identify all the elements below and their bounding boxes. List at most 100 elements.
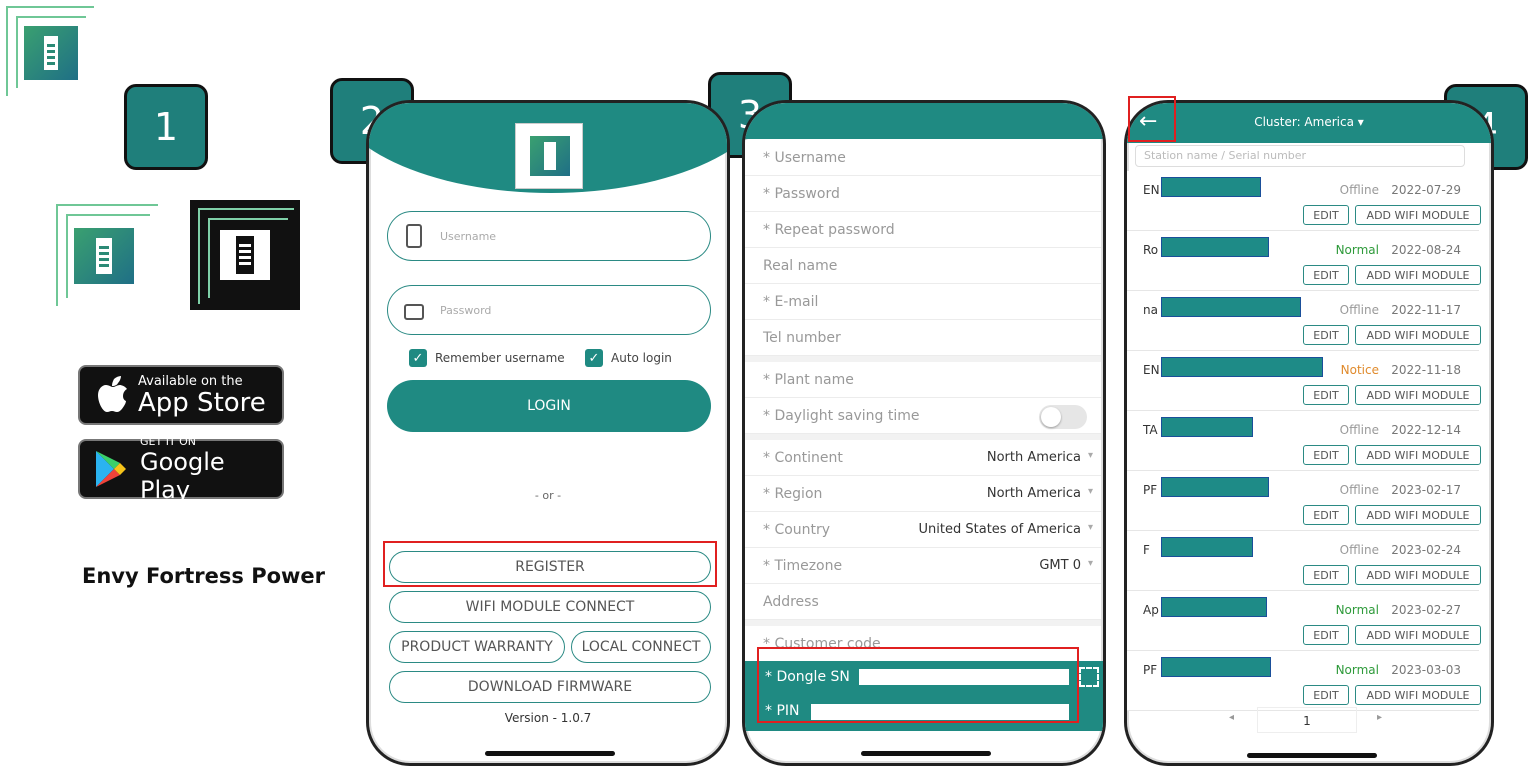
register-field[interactable]: * Repeat password [745,212,1101,248]
auto-login-checkbox[interactable]: ✓ Auto login [585,349,672,367]
remember-label: Remember username [435,351,565,365]
app-icon-dark [190,200,300,310]
station-list-item[interactable]: PF Offline 2023-02-17 EDIT ADD WIFI MODULE [1127,471,1481,531]
station-status: Offline [1339,183,1379,197]
address-field[interactable]: Address [745,584,1101,620]
station-status: Notice [1340,363,1379,377]
check-icon: ✓ [409,349,427,367]
corner-logo [6,6,96,98]
register-field[interactable]: * Username [745,140,1101,176]
prev-page-icon[interactable]: ◂ [1229,712,1234,723]
phone-login-screen: Username Password ✓ Remember username ✓ … [366,100,730,766]
add-wifi-module-button[interactable]: ADD WIFI MODULE [1355,505,1481,525]
register-header [745,103,1103,139]
station-date: 2023-02-24 [1391,543,1461,557]
station-status: Offline [1339,423,1379,437]
add-wifi-module-button[interactable]: ADD WIFI MODULE [1355,265,1481,285]
login-button[interactable]: LOGIN [387,380,711,432]
version-text: Version - 1.0.7 [504,711,592,725]
edit-button[interactable]: EDIT [1303,445,1349,465]
station-status: Offline [1339,543,1379,557]
add-wifi-module-button[interactable]: ADD WIFI MODULE [1355,625,1481,645]
edit-button[interactable]: EDIT [1303,325,1349,345]
daylight-toggle[interactable] [1039,405,1087,429]
location-label: * Country [763,521,831,538]
google-play-button[interactable]: GET IT ON Google Play [78,435,284,504]
app-store-button[interactable]: Available on the App Store [78,365,284,425]
edit-button[interactable]: EDIT [1303,685,1349,705]
redacted-name-mask [1161,177,1261,197]
station-name: Ro [1143,243,1159,257]
remember-checkbox[interactable]: ✓ Remember username [409,349,565,367]
register-field-label: * Username [763,149,846,166]
cluster-label: Cluster: America [1254,115,1354,129]
local-connect-button[interactable]: LOCAL CONNECT [571,631,711,663]
lock-icon [404,304,424,320]
download-firmware-button[interactable]: DOWNLOAD FIRMWARE [389,671,711,703]
station-list-item[interactable]: PF Normal 2023-03-03 EDIT ADD WIFI MODULE [1127,651,1481,711]
station-date: 2022-11-17 [1391,303,1461,317]
location-select[interactable]: * Country United States of America ▾ [745,512,1101,548]
scan-icon[interactable] [1079,667,1099,687]
station-date: 2023-02-17 [1391,483,1461,497]
station-date: 2022-08-24 [1391,243,1461,257]
caret-down-icon: ▾ [1087,522,1093,533]
edit-button[interactable]: EDIT [1303,205,1349,225]
add-wifi-module-button[interactable]: ADD WIFI MODULE [1355,565,1481,585]
station-list-item[interactable]: EN Offline 2022-07-29 EDIT ADD WIFI MODULE [1127,171,1481,231]
station-list-item[interactable]: Ap Normal 2023-02-27 EDIT ADD WIFI MODULE [1127,591,1481,651]
register-field[interactable]: Real name [745,248,1101,284]
dongle-highlight [757,647,1079,723]
location-select[interactable]: * Timezone GMT 0 ▾ [745,548,1101,584]
page-number[interactable]: 1 [1257,707,1357,733]
app-icon-light [56,204,160,308]
register-field[interactable]: Tel number [745,320,1101,356]
edit-button[interactable]: EDIT [1303,625,1349,645]
location-value: United States of America [918,522,1081,537]
caret-down-icon: ▾ [1087,558,1093,569]
station-list-item[interactable]: TA Offline 2022-12-14 EDIT ADD WIFI MODULE [1127,411,1481,471]
product-warranty-button[interactable]: PRODUCT WARRANTY [389,631,565,663]
username-input[interactable]: Username [387,211,711,261]
plant-name-field[interactable]: * Plant name [745,362,1101,398]
add-wifi-module-button[interactable]: ADD WIFI MODULE [1355,685,1481,705]
station-search-input[interactable]: Station name / Serial number [1135,145,1465,167]
redacted-name-mask [1161,477,1269,497]
add-wifi-module-button[interactable]: ADD WIFI MODULE [1355,325,1481,345]
register-field[interactable]: * E-mail [745,284,1101,320]
next-page-icon[interactable]: ▸ [1377,712,1382,723]
redacted-name-mask [1161,417,1253,437]
caret-down-icon: ▾ [1087,450,1093,461]
location-select[interactable]: * Continent North America ▾ [745,440,1101,476]
redacted-name-mask [1161,597,1267,617]
redacted-name-mask [1161,297,1301,317]
edit-button[interactable]: EDIT [1303,385,1349,405]
station-name: F [1143,543,1150,557]
station-list-item[interactable]: EN Notice 2022-11-18 EDIT ADD WIFI MODULE [1127,351,1481,411]
daylight-label: * Daylight saving time [763,407,920,424]
station-date: 2022-11-18 [1391,363,1461,377]
check-icon: ✓ [585,349,603,367]
register-field[interactable]: * Password [745,176,1101,212]
station-list-item[interactable]: na Offline 2022-11-17 EDIT ADD WIFI MODULE [1127,291,1481,351]
plant-name-label: * Plant name [763,371,854,388]
edit-button[interactable]: EDIT [1303,265,1349,285]
cluster-selector[interactable]: Cluster: America ▾ [1127,115,1491,129]
password-input[interactable]: Password [387,285,711,335]
back-button-highlight [1128,96,1176,142]
register-highlight [383,541,717,587]
search-placeholder: Station name / Serial number [1144,149,1307,162]
google-play-big-text: Google Play [140,447,225,504]
wifi-module-button[interactable]: WIFI MODULE CONNECT [389,591,711,623]
station-name: EN [1143,363,1160,377]
edit-button[interactable]: EDIT [1303,505,1349,525]
add-wifi-module-button[interactable]: ADD WIFI MODULE [1355,445,1481,465]
station-list-item[interactable]: Ro Normal 2022-08-24 EDIT ADD WIFI MODULE [1127,231,1481,291]
edit-button[interactable]: EDIT [1303,565,1349,585]
add-wifi-module-button[interactable]: ADD WIFI MODULE [1355,205,1481,225]
station-list-item[interactable]: F Offline 2023-02-24 EDIT ADD WIFI MODULE [1127,531,1481,591]
station-name: EN [1143,183,1160,197]
add-wifi-module-button[interactable]: ADD WIFI MODULE [1355,385,1481,405]
location-select[interactable]: * Region North America ▾ [745,476,1101,512]
google-play-icon [92,449,128,489]
